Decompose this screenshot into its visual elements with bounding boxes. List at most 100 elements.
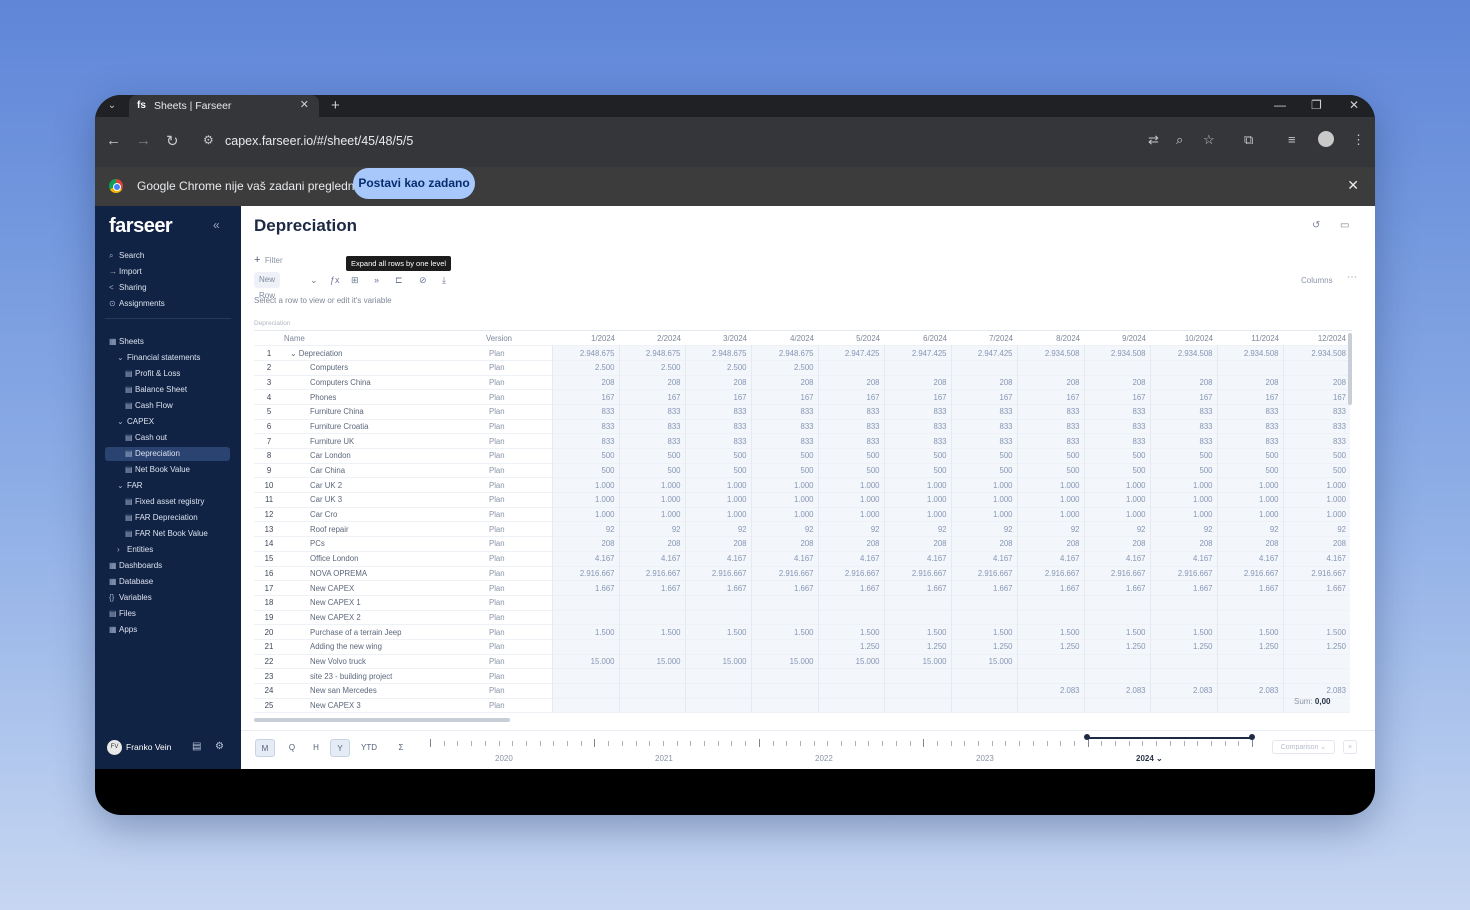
value-cell[interactable] — [618, 698, 685, 713]
table-row[interactable]: 17 New CAPEX Plan 1.667 1.667 1.667 1.667 1.667… — [254, 580, 1350, 596]
value-cell[interactable]: 92 — [750, 521, 818, 537]
value-cell[interactable]: 833 — [1149, 404, 1217, 420]
table-row[interactable]: 1 ⌄ Depreciation Plan 2.948.675 2.948.675 2.9… — [254, 345, 1350, 361]
value-cell[interactable]: 2.500 — [551, 360, 619, 376]
value-cell[interactable] — [1083, 595, 1150, 611]
value-cell[interactable]: 500 — [817, 448, 884, 464]
row-name[interactable]: site 23 - building project — [284, 669, 486, 684]
sheet-depreciation[interactable]: ▤ Depreciation — [105, 447, 230, 461]
value-cell[interactable]: 1.500 — [1083, 624, 1150, 640]
folder-far[interactable]: ⌄ FAR — [117, 479, 143, 493]
value-cell[interactable]: 833 — [1216, 419, 1283, 434]
collapse-icon[interactable]: ⊏ — [395, 272, 403, 288]
value-cell[interactable]: 833 — [1149, 419, 1217, 434]
value-cell[interactable] — [1282, 360, 1350, 376]
value-cell[interactable]: 500 — [684, 448, 751, 464]
row-name[interactable]: Office London — [284, 551, 486, 566]
value-cell[interactable]: 1.250 — [1083, 639, 1150, 655]
table-row[interactable]: 9 Car China Plan 500 500 500 500 500 500 500 500 50… — [254, 463, 1350, 478]
value-cell[interactable]: 208 — [817, 375, 884, 390]
value-cell[interactable]: 2.916.667 — [551, 566, 619, 581]
comments-icon[interactable]: ▭ — [1340, 220, 1349, 231]
value-cell[interactable] — [551, 698, 619, 713]
folder-entities[interactable]: › Entities — [117, 543, 153, 557]
value-cell[interactable] — [618, 610, 685, 625]
value-cell[interactable]: 500 — [1149, 448, 1217, 464]
value-cell[interactable]: 1.000 — [1083, 477, 1150, 493]
period-button[interactable]: Σ — [394, 739, 408, 757]
sheet-balance-sheet[interactable]: ▤ Balance Sheet — [125, 383, 187, 397]
value-cell[interactable] — [950, 668, 1017, 684]
value-cell[interactable]: 4.167 — [1083, 551, 1150, 566]
farseer-logo[interactable]: farseer — [109, 215, 173, 238]
nav-variables[interactable]: {} Variables — [109, 591, 152, 605]
value-cell[interactable]: 500 — [1282, 448, 1350, 464]
value-cell[interactable]: 208 — [817, 536, 884, 552]
value-cell[interactable] — [1083, 610, 1150, 625]
value-cell[interactable] — [1083, 668, 1150, 684]
value-cell[interactable] — [750, 668, 818, 684]
value-cell[interactable]: 833 — [1282, 404, 1350, 420]
value-cell[interactable]: 1.000 — [1083, 492, 1150, 508]
value-cell[interactable]: 208 — [1216, 375, 1283, 390]
value-cell[interactable]: 2.083 — [1149, 683, 1217, 699]
value-cell[interactable]: 208 — [1083, 536, 1150, 552]
value-cell[interactable]: 833 — [883, 433, 951, 449]
value-cell[interactable]: 208 — [551, 375, 619, 390]
value-cell[interactable]: 2.916.667 — [1083, 566, 1150, 581]
chrome-menu-icon[interactable]: ⋮ — [1352, 132, 1365, 148]
row-name[interactable]: Car UK 3 — [284, 493, 486, 508]
value-cell[interactable]: 833 — [750, 419, 818, 434]
row-name[interactable]: Car Cro — [284, 507, 486, 522]
url-text[interactable]: capex.farseer.io/#/sheet/45/48/5/5 — [225, 134, 413, 148]
value-cell[interactable]: 1.500 — [950, 624, 1017, 640]
table-row[interactable]: 11 Car UK 3 Plan 1.000 1.000 1.000 1.000 1.000 1… — [254, 492, 1350, 508]
value-cell[interactable] — [1149, 595, 1217, 611]
media-icon[interactable]: ≡ — [1288, 132, 1296, 147]
value-cell[interactable]: 2.934.508 — [1149, 345, 1217, 361]
forward-icon[interactable]: → — [136, 132, 151, 149]
value-cell[interactable]: 500 — [618, 463, 685, 478]
value-cell[interactable]: 833 — [750, 404, 818, 420]
table-row[interactable]: 14 PCs Plan 208 208 208 208 208 208 208 208 208 208 2… — [254, 536, 1350, 552]
value-cell[interactable]: 1.250 — [1216, 639, 1283, 655]
value-cell[interactable]: 92 — [1016, 521, 1084, 537]
value-cell[interactable]: 1.000 — [684, 477, 751, 493]
value-cell[interactable]: 500 — [684, 463, 751, 478]
value-cell[interactable]: 500 — [817, 463, 884, 478]
value-cell[interactable]: 92 — [684, 521, 751, 537]
value-cell[interactable]: 167 — [1016, 389, 1084, 405]
value-cell[interactable] — [1016, 360, 1084, 376]
value-cell[interactable]: 1.500 — [1282, 624, 1350, 640]
set-default-button[interactable]: Postavi kao zadano — [353, 168, 475, 199]
value-cell[interactable]: 833 — [551, 404, 619, 420]
value-cell[interactable] — [817, 683, 884, 699]
value-cell[interactable] — [1149, 610, 1217, 625]
value-cell[interactable]: 1.500 — [1149, 624, 1217, 640]
table-row[interactable]: 12 Car Cro Plan 1.000 1.000 1.000 1.000 1.000 1.… — [254, 507, 1350, 522]
value-cell[interactable]: 1.000 — [750, 507, 818, 522]
value-cell[interactable] — [817, 595, 884, 611]
table-row[interactable]: 5 Furniture China Plan 833 833 833 833 833 833 83… — [254, 404, 1350, 420]
value-cell[interactable]: 2.916.667 — [950, 566, 1017, 581]
period-button[interactable]: Y — [330, 739, 350, 757]
value-cell[interactable] — [618, 595, 685, 611]
value-cell[interactable]: 500 — [1083, 448, 1150, 464]
value-cell[interactable]: 833 — [817, 433, 884, 449]
value-cell[interactable]: 1.000 — [883, 492, 951, 508]
value-cell[interactable]: 2.500 — [684, 360, 751, 376]
value-cell[interactable]: 833 — [750, 433, 818, 449]
value-cell[interactable]: 833 — [1016, 419, 1084, 434]
value-cell[interactable]: 500 — [1149, 463, 1217, 478]
value-cell[interactable]: 4.167 — [1216, 551, 1283, 566]
table-row[interactable]: 21 Adding the new wing Plan 1.250 1.250 1.250… — [254, 639, 1350, 655]
value-cell[interactable]: 1.250 — [950, 639, 1017, 655]
value-cell[interactable]: 1.000 — [1282, 507, 1350, 522]
value-cell[interactable]: 1.500 — [750, 624, 818, 640]
value-cell[interactable]: 1.667 — [1083, 580, 1150, 596]
value-cell[interactable]: 833 — [618, 433, 685, 449]
value-cell[interactable]: 1.250 — [817, 639, 884, 655]
value-cell[interactable]: 92 — [618, 521, 685, 537]
value-cell[interactable] — [950, 683, 1017, 699]
value-cell[interactable]: 1.000 — [1149, 492, 1217, 508]
